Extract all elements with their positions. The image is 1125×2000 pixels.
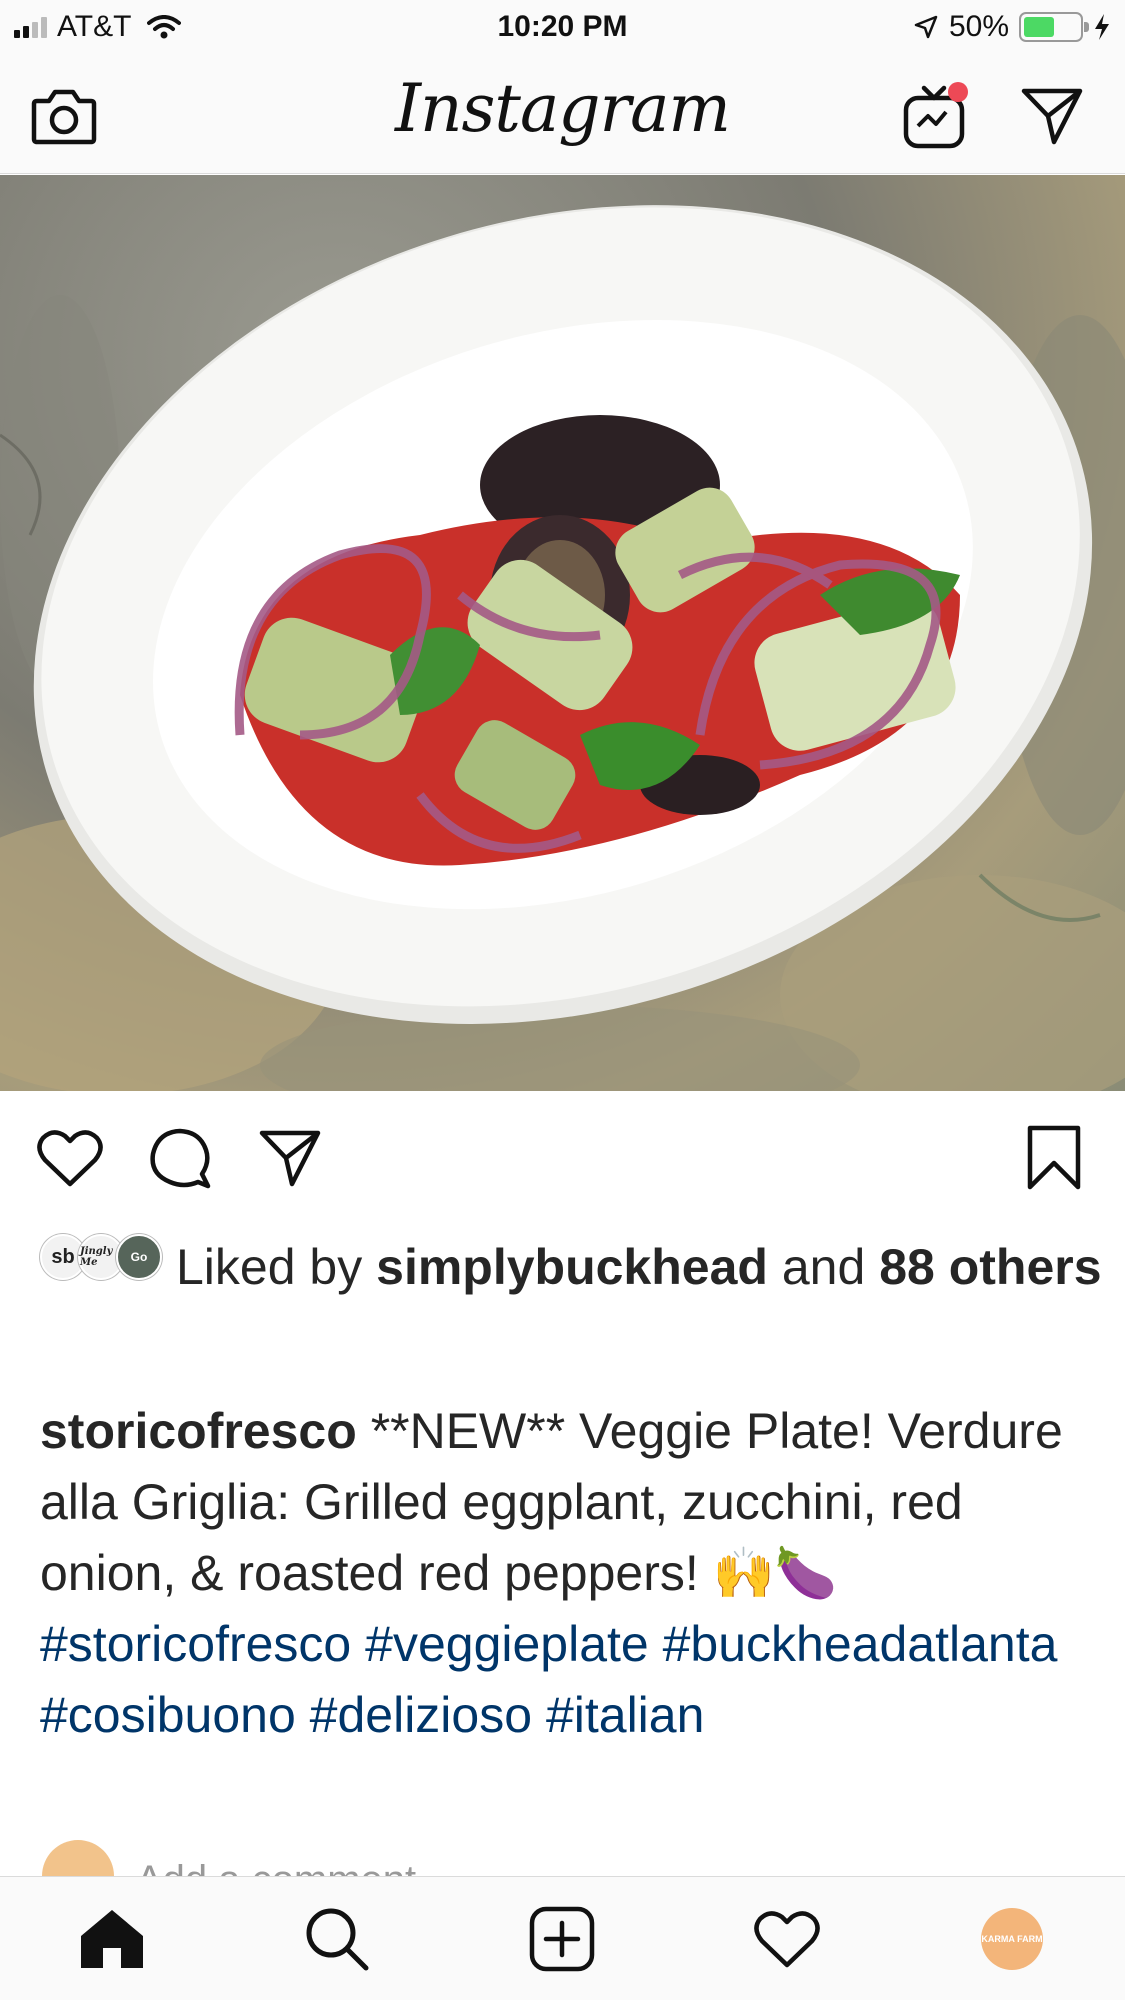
search-icon xyxy=(306,1908,369,1971)
heart-icon xyxy=(37,1130,103,1187)
direct-message-icon xyxy=(1021,88,1083,145)
signal-strength-icon xyxy=(14,16,47,38)
share-icon xyxy=(259,1130,321,1187)
bookmark-icon xyxy=(1027,1125,1081,1190)
status-right: 50% xyxy=(913,10,1111,44)
post-photo[interactable] xyxy=(0,175,1125,1091)
location-arrow-icon xyxy=(914,15,938,39)
instagram-feed-screen: AT&T 10:20 PM 50% Instagram sb Jingly Me… xyxy=(0,0,1125,2000)
camera-icon xyxy=(31,89,97,145)
likes-middle: and xyxy=(781,1239,866,1295)
activity-icon xyxy=(754,1911,820,1968)
likes-summary[interactable]: Liked by simplybuckhead and 88 others xyxy=(176,1232,1106,1302)
app-header: Instagram xyxy=(0,56,1125,174)
carrier-name: AT&T xyxy=(57,10,132,43)
liker-username[interactable]: simplybuckhead xyxy=(376,1239,768,1295)
comment-icon xyxy=(150,1128,211,1189)
status-bar: AT&T 10:20 PM 50% xyxy=(0,0,1125,56)
igtv-icon xyxy=(903,82,968,149)
status-left: AT&T xyxy=(14,10,182,44)
hashtag-link[interactable]: #storicofresco xyxy=(40,1616,351,1672)
liker-avatar: Go xyxy=(116,1234,162,1280)
profile-avatar: KARMA FARM xyxy=(981,1908,1043,1970)
igtv-button[interactable] xyxy=(898,78,974,154)
bottom-tab-bar: KARMA FARM xyxy=(0,1876,1125,2000)
hashtag-link[interactable]: #italian xyxy=(546,1687,704,1743)
hashtag-link[interactable]: #veggieplate xyxy=(365,1616,649,1672)
tab-profile[interactable]: KARMA FARM xyxy=(970,1897,1054,1981)
charging-bolt-icon xyxy=(1095,14,1109,40)
tab-activity[interactable] xyxy=(745,1897,829,1981)
wifi-icon xyxy=(147,15,182,39)
share-button[interactable] xyxy=(252,1120,328,1196)
battery-percentage: 50% xyxy=(948,10,1009,43)
direct-message-button[interactable] xyxy=(1014,78,1090,154)
liker-avatars[interactable]: sb Jingly Me Go xyxy=(40,1234,162,1282)
hashtag-link[interactable]: #cosibuono xyxy=(40,1687,296,1743)
likes-count[interactable]: 88 xyxy=(879,1239,935,1295)
tab-search[interactable] xyxy=(295,1897,379,1981)
tab-new-post[interactable] xyxy=(520,1897,604,1981)
likes-prefix: Liked by xyxy=(176,1239,363,1295)
battery-level-fill xyxy=(1024,17,1054,37)
like-button[interactable] xyxy=(32,1120,108,1196)
caption-username[interactable]: storicofresco xyxy=(40,1403,357,1459)
comment-button[interactable] xyxy=(142,1120,218,1196)
battery-icon xyxy=(1019,12,1089,42)
veggie-plate-photo xyxy=(0,205,1125,1091)
battery-cap xyxy=(1084,22,1089,32)
tab-home[interactable] xyxy=(70,1897,154,1981)
post-caption: storicofresco **NEW** Veggie Plate! Verd… xyxy=(40,1396,1100,1751)
post-action-bar xyxy=(0,1110,1125,1200)
likes-suffix[interactable]: others xyxy=(949,1239,1102,1295)
save-button[interactable] xyxy=(1016,1120,1092,1196)
igtv-notification-dot xyxy=(948,82,968,102)
camera-button[interactable] xyxy=(26,78,102,154)
new-post-icon xyxy=(529,1906,595,1972)
home-icon xyxy=(81,1910,143,1968)
hashtag-link[interactable]: #buckheadatlanta xyxy=(663,1616,1058,1672)
hashtag-link[interactable]: #delizioso xyxy=(310,1687,532,1743)
